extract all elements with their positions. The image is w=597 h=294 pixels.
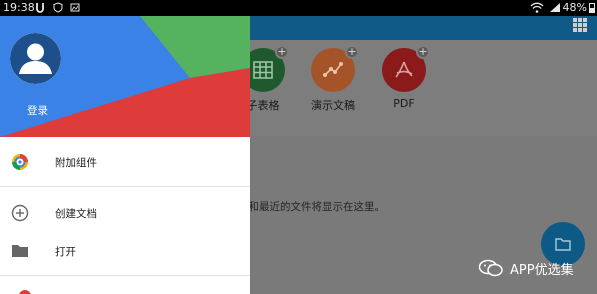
wifi-icon <box>530 2 544 13</box>
next-item-icon <box>19 290 31 294</box>
folder-icon <box>555 238 571 251</box>
menu-item-addons[interactable]: 附加组件 <box>0 143 250 181</box>
person-icon <box>10 33 61 84</box>
shield-icon <box>53 2 63 13</box>
menu-item-label: 创建文档 <box>55 208 97 220</box>
presentation-icon: + <box>311 45 359 92</box>
pdf-icon: + <box>382 45 430 92</box>
navigation-drawer: 登录 附加组件 创建文档 打开 <box>0 16 250 294</box>
add-badge-icon: + <box>416 45 430 59</box>
empty-state-message: 夹和最近的文件将显示在这里。 <box>238 201 385 213</box>
divider <box>0 275 250 276</box>
menu-item-label: 附加组件 <box>55 157 97 169</box>
watermark: APP优选集 <box>478 258 574 278</box>
menu-item-label: 打开 <box>55 246 76 258</box>
signal-icon <box>550 3 560 12</box>
addons-icon <box>12 154 28 170</box>
battery-icon <box>589 3 595 13</box>
folder-icon <box>12 245 28 257</box>
menu-item-open[interactable]: 打开 <box>0 232 250 270</box>
status-bar: 19:38 48% <box>0 0 597 16</box>
battery-percentage: 48% <box>562 1 587 14</box>
tile-pdf[interactable]: + PDF <box>374 45 434 110</box>
drawer-header: 登录 <box>0 16 250 137</box>
u-icon <box>36 3 44 13</box>
status-time: 19:38 <box>3 1 35 14</box>
watermark-text: APP优选集 <box>510 262 574 278</box>
menu-item-create-document[interactable]: 创建文档 <box>0 194 250 232</box>
add-badge-icon: + <box>275 45 289 59</box>
account-avatar[interactable] <box>10 33 61 84</box>
divider <box>0 186 250 187</box>
add-circle-icon <box>11 204 29 222</box>
grid-view-icon[interactable] <box>573 18 587 32</box>
add-badge-icon: + <box>345 45 359 59</box>
tile-label: 演示文稿 <box>311 99 355 112</box>
tile-label: PDF <box>393 97 415 110</box>
image-icon <box>70 3 80 12</box>
login-label[interactable]: 登录 <box>27 103 48 118</box>
wechat-icon <box>478 259 503 277</box>
tile-presentation[interactable]: + 演示文稿 <box>303 45 363 113</box>
